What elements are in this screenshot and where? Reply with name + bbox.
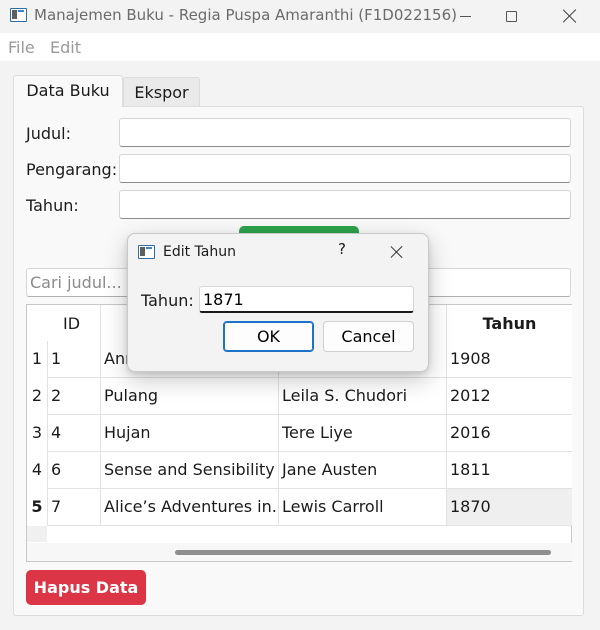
table-cell-tahun[interactable]: 2012 [446,378,572,415]
judul-input[interactable] [119,118,571,147]
table-cell-tahun[interactable]: 1811 [446,452,572,489]
row-header[interactable]: 1 [27,341,47,378]
pengarang-input[interactable] [119,154,571,183]
table-cell-judul[interactable]: Alice’s Adventures in... [100,489,278,526]
dialog-help-button[interactable]: ? [332,240,352,264]
title-bar: Manajemen Buku - Regia Puspa Amaranthi (… [0,0,600,32]
dialog-tahun-label: Tahun: [141,291,194,310]
judul-label: Judul: [26,124,71,143]
menu-bar: File Edit [0,33,600,61]
maximize-button[interactable] [488,0,534,32]
row-header[interactable]: 4 [27,452,47,489]
tab-ekspor[interactable]: Ekspor [123,77,200,107]
tahun-input[interactable] [119,190,571,219]
maximize-icon [505,10,517,22]
table-cell-id[interactable]: 4 [47,415,100,452]
tahun-label: Tahun: [26,196,79,215]
tab-data-buku[interactable]: Data Buku [13,75,123,107]
dialog-close-icon[interactable] [390,245,404,259]
edit-tahun-dialog: Edit Tahun ? Tahun: OK Cancel [127,233,429,372]
table-cell-judul[interactable]: Sense and Sensibility [100,452,278,489]
window-title: Manajemen Buku - Regia Puspa Amaranthi (… [34,6,457,24]
horizontal-scrollbar-thumb[interactable] [175,550,551,555]
column-header-tahun[interactable]: Tahun [446,305,572,341]
menu-file[interactable]: File [8,38,35,57]
table-corner [27,305,47,341]
cancel-button[interactable]: Cancel [323,321,414,352]
table-row-header-filler [27,526,47,542]
dialog-title: Edit Tahun [163,244,236,260]
dialog-tahun-input[interactable] [199,286,414,313]
minimize-icon [459,15,471,17]
dialog-window-icon [138,245,155,259]
table-cell-id[interactable]: 1 [47,341,100,378]
app-window-icon [10,8,27,22]
table-cell-judul[interactable]: Hujan [100,415,278,452]
close-window-button[interactable] [547,0,593,32]
delete-button[interactable]: Hapus Data [26,570,146,605]
table-cell-id[interactable]: 7 [47,489,100,526]
column-header-id[interactable]: ID [47,305,100,341]
row-header-selected[interactable]: 5 [27,489,47,526]
table-cell-tahun[interactable]: 1908 [446,341,572,378]
pengarang-label: Pengarang: [26,160,118,179]
table-cell-pengarang[interactable]: Lewis Carroll [278,489,446,526]
menu-edit[interactable]: Edit [50,38,81,57]
table-cell-tahun-current[interactable]: 1870 [446,489,572,526]
close-icon [563,9,577,23]
table-cell-judul[interactable]: Pulang [100,378,278,415]
table-cell-id[interactable]: 2 [47,378,100,415]
ok-button[interactable]: OK [223,321,314,352]
minimize-button[interactable] [442,0,488,32]
row-header[interactable]: 3 [27,415,47,452]
table-cell-tahun[interactable]: 2016 [446,415,572,452]
row-header[interactable]: 2 [27,378,47,415]
table-cell-pengarang[interactable]: Leila S. Chudori [278,378,446,415]
table-cell-id[interactable]: 6 [47,452,100,489]
table-cell-pengarang[interactable]: Tere Liye [278,415,446,452]
table-cell-pengarang[interactable]: Jane Austen [278,452,446,489]
